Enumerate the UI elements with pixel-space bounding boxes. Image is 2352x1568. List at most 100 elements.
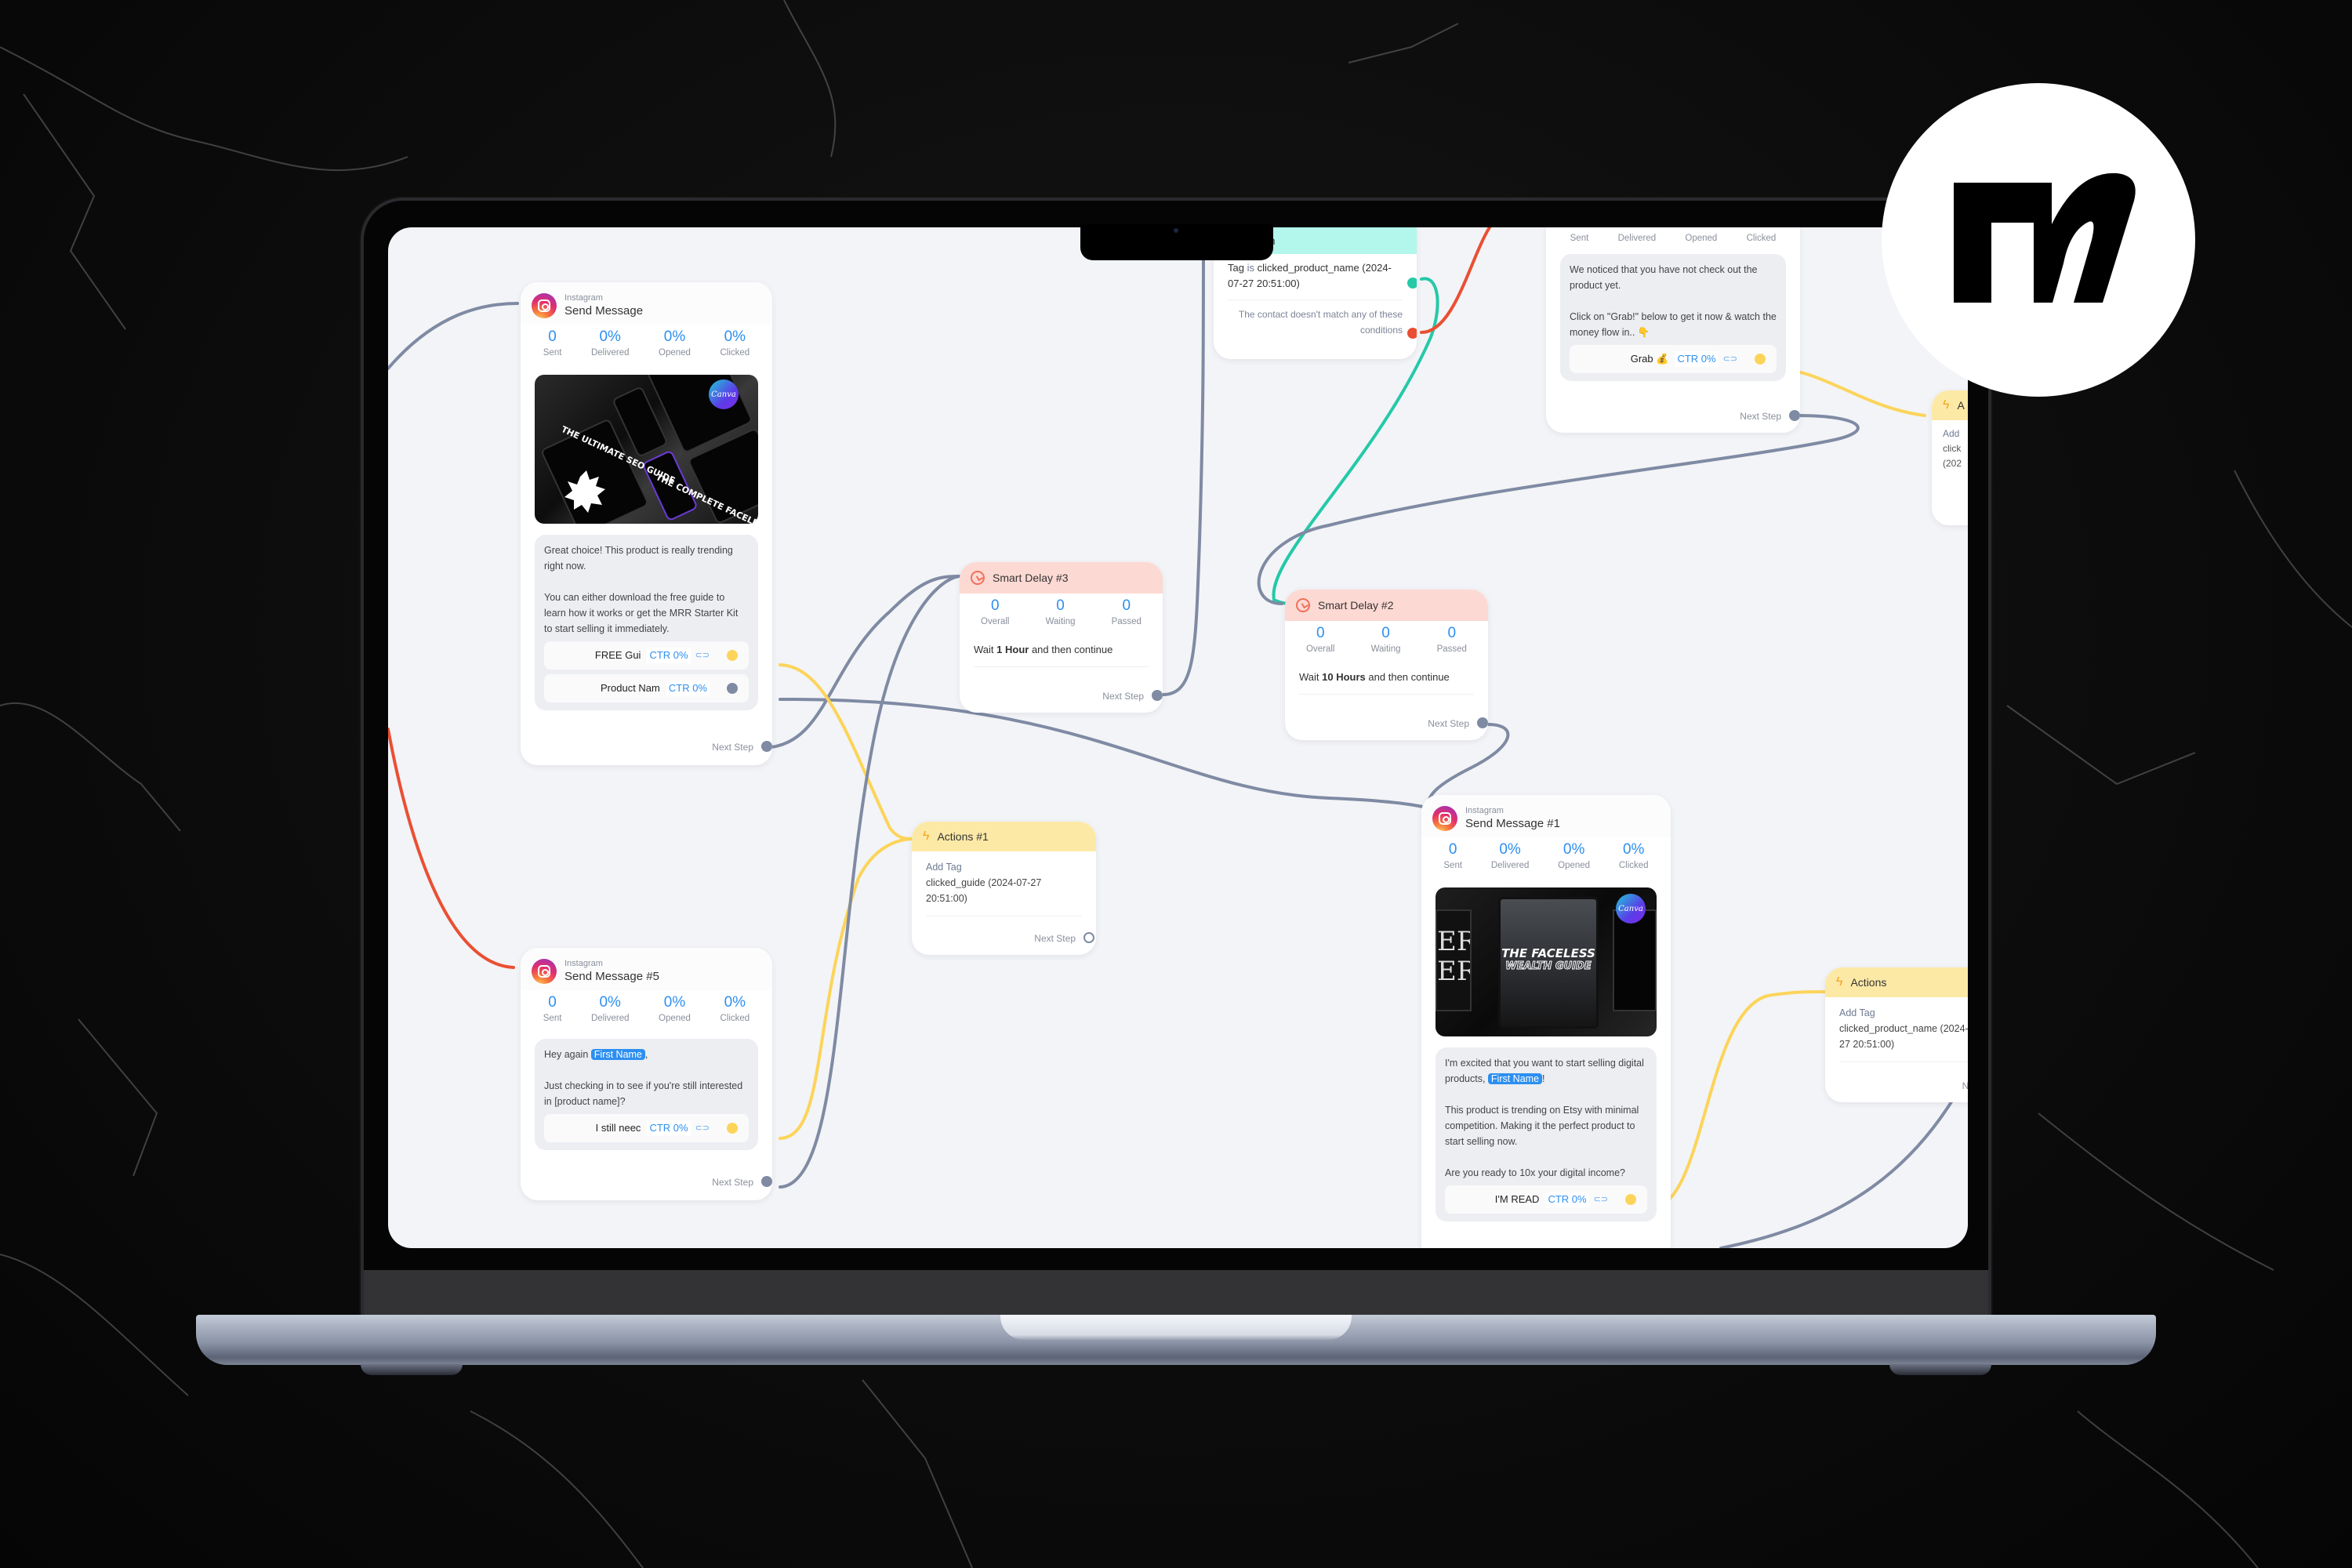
stat-value: 0 (1448, 841, 1457, 858)
button-still-need[interactable]: I still neec CTR 0% ⊂⊃ (544, 1114, 749, 1142)
stat-value: 0% (663, 994, 686, 1011)
stats-row: 0 Overall 0 Waiting 0 Passed (960, 593, 1163, 636)
node-actions-right[interactable]: ϟ Actions Add Tag clicked_product_name (2… (1825, 967, 1968, 1102)
stat-delivered: 0% Delivered (1491, 840, 1530, 872)
node-title: Actions #1 (937, 830, 989, 843)
wait-description: Wait 10 Hours and then continue (1299, 671, 1450, 683)
node-send-message-5[interactable]: Instagram Send Message #5 0 Sent 0% Delive… (521, 948, 772, 1200)
stat-waiting: 0 Waiting (1046, 597, 1076, 628)
laptop-opening-notch (1000, 1315, 1352, 1340)
node-actions-top[interactable]: ϟA Add click (202 (1932, 390, 1968, 525)
button-output-handle[interactable] (1755, 354, 1766, 365)
link-icon: ⊂⊃ (695, 651, 710, 660)
next-step-handle[interactable] (761, 1176, 772, 1187)
next-step-label: Next Step (1740, 411, 1781, 422)
button-free-guide[interactable]: FREE Gui CTR 0% ⊂⊃ (544, 641, 749, 670)
next-step-label: Next Step (1102, 691, 1144, 702)
next-step-handle[interactable] (1789, 410, 1800, 421)
link-icon: ⊂⊃ (1593, 1195, 1608, 1204)
stat-value: 0% (1499, 841, 1521, 858)
stats-row: 0 Sent 0% Delivered 0% Opened 0% Clicked (521, 990, 772, 1036)
stat-label: Sent (1570, 234, 1589, 243)
laptop-foot-right (1889, 1364, 1991, 1375)
next-step-handle[interactable] (1477, 717, 1488, 728)
button-grab[interactable]: Grab 💰 CTR 0% ⊂⊃ (1570, 345, 1777, 373)
stats-row: Sent Delivered Opened Clicked (1546, 227, 1800, 251)
stat-label: Sent (543, 348, 562, 358)
laptop-foot-left (361, 1364, 463, 1375)
action-description: Add Tag clicked_guide (2024-07-27 20:51:… (912, 851, 1096, 916)
node-smart-delay-2[interactable]: Smart Delay #2 0 Overall 0 Waiting 0 Passed… (1285, 590, 1488, 740)
no-branch-handle[interactable] (1407, 328, 1417, 339)
flow-builder-canvas[interactable]: Instagram Send Message 0 Sent 0% Delivered… (388, 227, 1968, 1248)
message-bubble: I'm excited that you want to start selli… (1436, 1047, 1657, 1221)
stat-label: Overall (1306, 644, 1335, 654)
guide-cover: THE FACELESS WEALTH GUIDE (1498, 897, 1599, 1029)
stat-label: Clicked (720, 348, 750, 358)
stat-value: 0 (548, 328, 557, 345)
node-followup-message[interactable]: Sent Delivered Opened Clicked We noticed… (1546, 227, 1800, 433)
stat-value: 0% (1563, 841, 1585, 858)
stat-label: Delivered (1490, 861, 1530, 870)
stat-clicked: 0% Clicked (720, 328, 750, 359)
message-text: Hey again First Name, (544, 1049, 648, 1060)
message-text: Click on "Grab!" below to get it now & w… (1570, 311, 1777, 338)
stat-value: 0 (1316, 625, 1325, 641)
stat-delivered: 0% Delivered (591, 328, 630, 359)
message-text: I'm excited that you want to start selli… (1445, 1058, 1644, 1084)
wire-delay-3-next-to-condition (1161, 227, 1205, 696)
platform-label: Instagram (1465, 806, 1504, 815)
logo-m-glyph (1954, 172, 2136, 303)
action-type: Add Tag (926, 862, 962, 873)
message-text: You can either download the free guide t… (544, 592, 739, 634)
stat-sent: 0 Sent (543, 993, 562, 1025)
stat-value: 0% (724, 328, 746, 345)
stat-overall: 0 Overall (1306, 624, 1334, 655)
button-output-handle[interactable] (727, 1123, 738, 1134)
next-step-handle[interactable] (761, 741, 772, 752)
stat-value: 0% (599, 994, 621, 1011)
stat-label: Passed (1111, 617, 1142, 626)
next-step-handle[interactable] (1152, 690, 1163, 701)
wire-still-need-to-actions-1 (779, 837, 915, 1140)
stat-label: Delivered (590, 1014, 630, 1023)
stat-value: 0 (1056, 597, 1065, 614)
ctr-label: CTR 0% (666, 681, 710, 696)
stat-label: Clicked (720, 1014, 750, 1023)
next-step-label: Next Step (712, 1177, 753, 1188)
else-branch-label: The contact doesn't match any of these c… (1238, 309, 1403, 336)
stat-overall: 0 Overall (981, 597, 1009, 628)
node-title: Smart Delay #2 (1318, 599, 1394, 612)
next-step-handle[interactable] (1083, 932, 1094, 943)
message-text: Great choice! This product is really tre… (544, 545, 733, 572)
canva-badge: Canva (1616, 894, 1646, 924)
stat-value: 0% (1622, 841, 1645, 858)
node-send-message[interactable]: Instagram Send Message 0 Sent 0% Delivered… (521, 282, 772, 765)
side-book: ERER (1436, 909, 1472, 1011)
button-product-name[interactable]: Product Nam CTR 0% (544, 674, 749, 702)
stat-value: 0 (548, 994, 557, 1011)
action-value: clicked_product_name (2024-07-27 20:51:0… (1839, 1023, 1968, 1050)
button-output-handle[interactable] (727, 650, 738, 661)
yes-branch-handle[interactable] (1407, 278, 1417, 289)
node-header: Instagram Send Message (521, 282, 772, 325)
button-im-ready[interactable]: I'M READ CTR 0% ⊂⊃ (1445, 1185, 1647, 1214)
message-bubble: Great choice! This product is really tre… (535, 535, 758, 710)
stat-waiting: 0 Waiting (1371, 624, 1401, 655)
node-actions-1[interactable]: ϟ Actions #1 Add Tag clicked_guide (2024-… (912, 822, 1096, 955)
stat-label: Overall (981, 617, 1010, 626)
stat-label: Waiting (1370, 644, 1401, 654)
lightning-icon: ϟ (923, 829, 930, 843)
stat-label: Clicked (1618, 861, 1649, 870)
node-send-message-1[interactable]: Instagram Send Message #1 0 Sent 0% Delive… (1421, 795, 1671, 1248)
first-name-variable-tag: First Name (590, 1049, 645, 1060)
message-bubble: Hey again First Name, Just checking in t… (535, 1039, 758, 1150)
stat-value: 0 (990, 597, 1000, 614)
ctr-label: CTR 0% (1545, 1192, 1589, 1207)
stat-value: 0% (599, 328, 621, 345)
node-smart-delay-3[interactable]: Smart Delay #3 0 Overall 0 Waiting 0 Passed… (960, 562, 1163, 713)
button-output-handle[interactable] (727, 683, 738, 694)
node-title: Send Message (564, 304, 644, 318)
platform-label: Instagram (564, 959, 603, 968)
button-output-handle[interactable] (1625, 1194, 1636, 1205)
